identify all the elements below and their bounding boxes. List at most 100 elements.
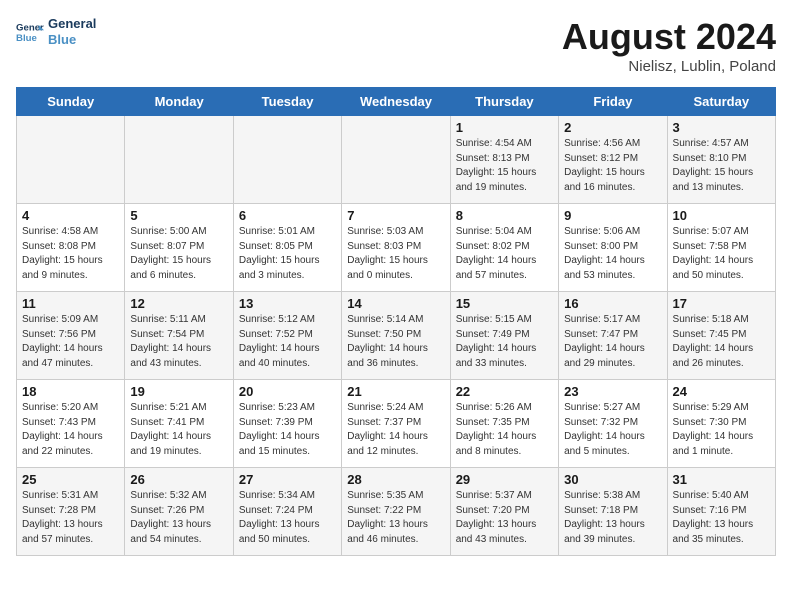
logo: General Blue General Blue: [16, 16, 96, 47]
title-section: August 2024 Nielisz, Lublin, Poland: [562, 16, 776, 75]
calendar-cell: 3 Sunrise: 4:57 AM Sunset: 8:10 PM Daylig…: [667, 116, 775, 204]
day-number: 6: [239, 208, 336, 223]
calendar-cell: 18 Sunrise: 5:20 AM Sunset: 7:43 PM Dayli…: [17, 380, 125, 468]
calendar-cell: 16 Sunrise: 5:17 AM Sunset: 7:47 PM Dayli…: [559, 292, 667, 380]
day-info: Sunrise: 5:18 AM Sunset: 7:45 PM Dayligh…: [673, 313, 770, 371]
day-info: Sunrise: 5:01 AM Sunset: 8:05 PM Dayligh…: [239, 225, 336, 283]
calendar-cell: 19 Sunrise: 5:21 AM Sunset: 7:41 PM Dayli…: [125, 380, 233, 468]
calendar-cell: 14 Sunrise: 5:14 AM Sunset: 7:50 PM Dayli…: [342, 292, 450, 380]
day-number: 19: [130, 384, 227, 399]
day-number: 18: [22, 384, 119, 399]
day-number: 2: [564, 120, 661, 135]
day-info: Sunrise: 4:58 AM Sunset: 8:08 PM Dayligh…: [22, 225, 119, 283]
day-number: 12: [130, 296, 227, 311]
day-number: 8: [456, 208, 553, 223]
day-number: 14: [347, 296, 444, 311]
day-info: Sunrise: 5:40 AM Sunset: 7:16 PM Dayligh…: [673, 489, 770, 547]
day-number: 15: [456, 296, 553, 311]
day-info: Sunrise: 5:15 AM Sunset: 7:49 PM Dayligh…: [456, 313, 553, 371]
calendar-cell: 25Sunrise: 5:31 AM Sunset: 7:28 PM Dayli…: [17, 468, 125, 556]
day-number: 5: [130, 208, 227, 223]
calendar-week-row: 4Sunrise: 4:58 AM Sunset: 8:08 PM Daylig…: [17, 204, 776, 292]
day-info: Sunrise: 5:07 AM Sunset: 7:58 PM Dayligh…: [673, 225, 770, 283]
day-number: 16: [564, 296, 661, 311]
calendar-cell: 21 Sunrise: 5:24 AM Sunset: 7:37 PM Dayli…: [342, 380, 450, 468]
calendar-header-row: SundayMondayTuesdayWednesdayThursdayFrid…: [17, 88, 776, 116]
calendar-cell: 30 Sunrise: 5:38 AM Sunset: 7:18 PM Dayli…: [559, 468, 667, 556]
day-info: Sunrise: 5:14 AM Sunset: 7:50 PM Dayligh…: [347, 313, 444, 371]
day-number: 28: [347, 472, 444, 487]
day-info: Sunrise: 5:31 AM Sunset: 7:28 PM Dayligh…: [22, 489, 119, 547]
calendar-cell: 9 Sunrise: 5:06 AM Sunset: 8:00 PM Daylig…: [559, 204, 667, 292]
day-info: Sunrise: 5:32 AM Sunset: 7:26 PM Dayligh…: [130, 489, 227, 547]
calendar-cell: 11Sunrise: 5:09 AM Sunset: 7:56 PM Dayli…: [17, 292, 125, 380]
calendar-cell: 15 Sunrise: 5:15 AM Sunset: 7:49 PM Dayli…: [450, 292, 558, 380]
day-info: Sunrise: 5:27 AM Sunset: 7:32 PM Dayligh…: [564, 401, 661, 459]
calendar-cell: 27Sunrise: 5:34 AM Sunset: 7:24 PM Dayli…: [233, 468, 341, 556]
weekday-header: Saturday: [667, 88, 775, 116]
day-number: 23: [564, 384, 661, 399]
calendar-cell: 12 Sunrise: 5:11 AM Sunset: 7:54 PM Dayli…: [125, 292, 233, 380]
day-info: Sunrise: 4:57 AM Sunset: 8:10 PM Dayligh…: [673, 137, 770, 195]
calendar-cell: 17 Sunrise: 5:18 AM Sunset: 7:45 PM Dayli…: [667, 292, 775, 380]
weekday-header: Sunday: [17, 88, 125, 116]
svg-text:Blue: Blue: [16, 32, 37, 43]
calendar-week-row: 1Sunrise: 4:54 AM Sunset: 8:13 PM Daylig…: [17, 116, 776, 204]
day-number: 1: [456, 120, 553, 135]
calendar-cell: 7Sunrise: 5:03 AM Sunset: 8:03 PM Daylig…: [342, 204, 450, 292]
day-number: 9: [564, 208, 661, 223]
calendar-cell: 20Sunrise: 5:23 AM Sunset: 7:39 PM Dayli…: [233, 380, 341, 468]
day-number: 31: [673, 472, 770, 487]
day-info: Sunrise: 5:37 AM Sunset: 7:20 PM Dayligh…: [456, 489, 553, 547]
day-info: Sunrise: 5:00 AM Sunset: 8:07 PM Dayligh…: [130, 225, 227, 283]
day-number: 13: [239, 296, 336, 311]
day-info: Sunrise: 5:04 AM Sunset: 8:02 PM Dayligh…: [456, 225, 553, 283]
calendar-cell: 13Sunrise: 5:12 AM Sunset: 7:52 PM Dayli…: [233, 292, 341, 380]
day-info: Sunrise: 5:29 AM Sunset: 7:30 PM Dayligh…: [673, 401, 770, 459]
day-number: 3: [673, 120, 770, 135]
day-info: Sunrise: 5:17 AM Sunset: 7:47 PM Dayligh…: [564, 313, 661, 371]
calendar-table: SundayMondayTuesdayWednesdayThursdayFrid…: [16, 87, 776, 556]
day-info: Sunrise: 5:11 AM Sunset: 7:54 PM Dayligh…: [130, 313, 227, 371]
day-info: Sunrise: 5:24 AM Sunset: 7:37 PM Dayligh…: [347, 401, 444, 459]
calendar-cell: 5 Sunrise: 5:00 AM Sunset: 8:07 PM Daylig…: [125, 204, 233, 292]
day-number: 21: [347, 384, 444, 399]
calendar-week-row: 18 Sunrise: 5:20 AM Sunset: 7:43 PM Dayli…: [17, 380, 776, 468]
calendar-cell: 28Sunrise: 5:35 AM Sunset: 7:22 PM Dayli…: [342, 468, 450, 556]
day-number: 17: [673, 296, 770, 311]
calendar-header: General Blue General Blue August 2024 Ni…: [16, 16, 776, 75]
weekday-header: Tuesday: [233, 88, 341, 116]
logo-line2: Blue: [48, 32, 96, 48]
calendar-cell: 26 Sunrise: 5:32 AM Sunset: 7:26 PM Dayli…: [125, 468, 233, 556]
weekday-header: Thursday: [450, 88, 558, 116]
day-info: Sunrise: 5:26 AM Sunset: 7:35 PM Dayligh…: [456, 401, 553, 459]
day-number: 24: [673, 384, 770, 399]
calendar-week-row: 11Sunrise: 5:09 AM Sunset: 7:56 PM Dayli…: [17, 292, 776, 380]
day-info: Sunrise: 5:21 AM Sunset: 7:41 PM Dayligh…: [130, 401, 227, 459]
day-number: 30: [564, 472, 661, 487]
day-number: 29: [456, 472, 553, 487]
calendar-cell: [125, 116, 233, 204]
calendar-cell: 10 Sunrise: 5:07 AM Sunset: 7:58 PM Dayli…: [667, 204, 775, 292]
calendar-cell: [17, 116, 125, 204]
day-info: Sunrise: 5:38 AM Sunset: 7:18 PM Dayligh…: [564, 489, 661, 547]
calendar-cell: 24 Sunrise: 5:29 AM Sunset: 7:30 PM Dayli…: [667, 380, 775, 468]
day-number: 10: [673, 208, 770, 223]
day-number: 20: [239, 384, 336, 399]
calendar-cell: 31 Sunrise: 5:40 AM Sunset: 7:16 PM Dayli…: [667, 468, 775, 556]
day-info: Sunrise: 5:34 AM Sunset: 7:24 PM Dayligh…: [239, 489, 336, 547]
calendar-cell: 22Sunrise: 5:26 AM Sunset: 7:35 PM Dayli…: [450, 380, 558, 468]
day-info: Sunrise: 5:20 AM Sunset: 7:43 PM Dayligh…: [22, 401, 119, 459]
calendar-title: August 2024: [562, 16, 776, 58]
calendar-cell: 4Sunrise: 4:58 AM Sunset: 8:08 PM Daylig…: [17, 204, 125, 292]
calendar-cell: 29 Sunrise: 5:37 AM Sunset: 7:20 PM Dayli…: [450, 468, 558, 556]
calendar-cell: 23 Sunrise: 5:27 AM Sunset: 7:32 PM Dayli…: [559, 380, 667, 468]
calendar-cell: 1Sunrise: 4:54 AM Sunset: 8:13 PM Daylig…: [450, 116, 558, 204]
calendar-cell: 2Sunrise: 4:56 AM Sunset: 8:12 PM Daylig…: [559, 116, 667, 204]
day-info: Sunrise: 5:06 AM Sunset: 8:00 PM Dayligh…: [564, 225, 661, 283]
day-number: 26: [130, 472, 227, 487]
calendar-subtitle: Nielisz, Lublin, Poland: [562, 58, 776, 75]
day-number: 11: [22, 296, 119, 311]
logo-line1: General: [48, 16, 96, 32]
calendar-cell: [233, 116, 341, 204]
